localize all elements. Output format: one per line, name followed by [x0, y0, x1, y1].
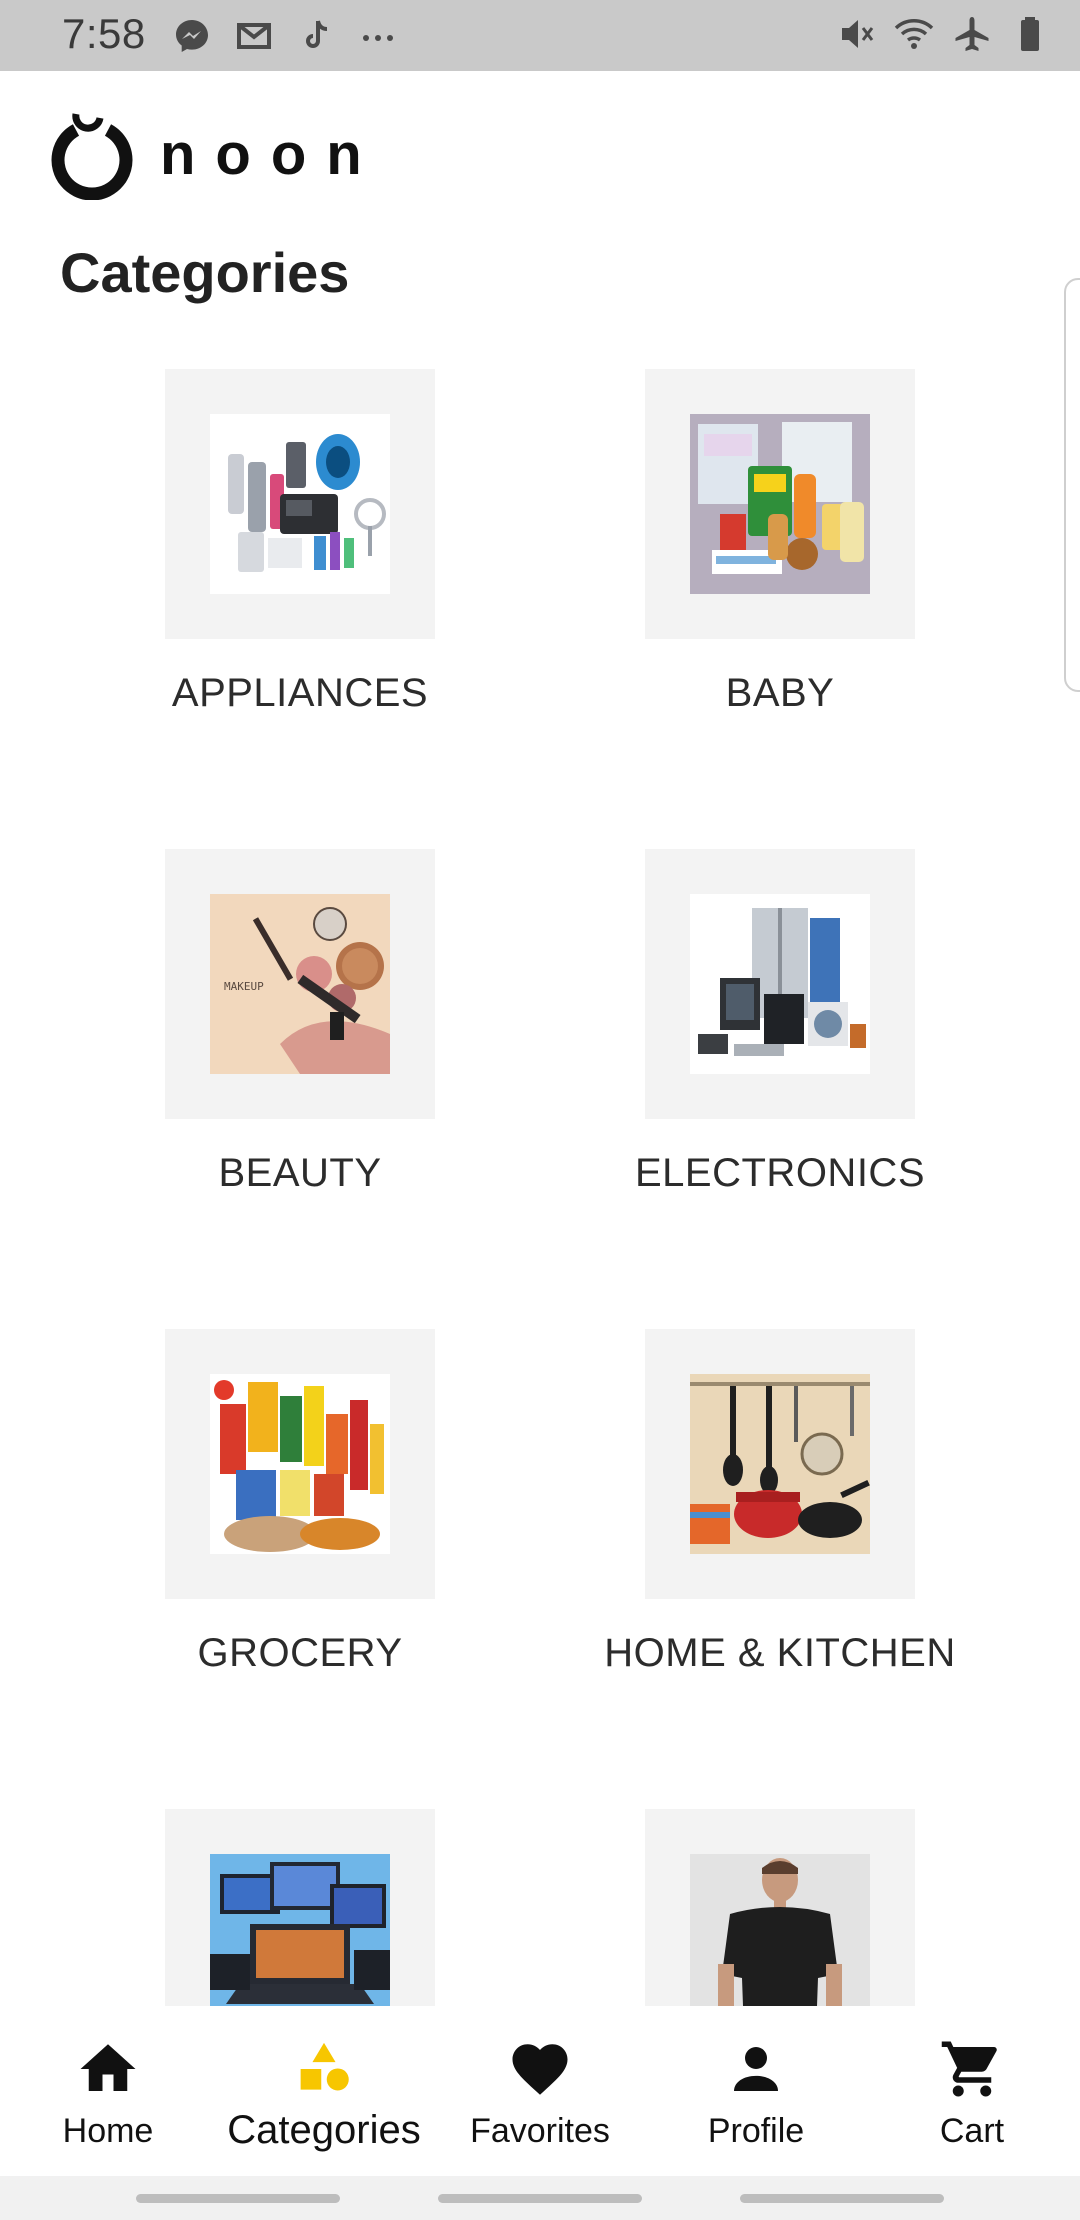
status-time: 7:58: [62, 10, 146, 57]
categories-icon: [291, 2036, 357, 2102]
home-kitchen-image: [690, 1374, 870, 1554]
nav-categories[interactable]: Categories: [216, 2006, 432, 2176]
category-label: ELECTRONICS: [635, 1151, 925, 1195]
category-fashion[interactable]: [540, 1809, 1020, 2006]
baby-image: [690, 414, 870, 594]
nav-label: Favorites: [470, 2112, 610, 2150]
appliances-image: [210, 414, 390, 594]
category-tile[interactable]: [645, 369, 915, 639]
category-computers[interactable]: [60, 1809, 540, 2006]
category-tile[interactable]: [165, 1809, 435, 2006]
gesture-pill-center[interactable]: [438, 2194, 642, 2203]
notification-icons: [172, 16, 398, 56]
mute-icon: [836, 14, 876, 54]
category-appliances[interactable]: APPLIANCES: [60, 369, 540, 716]
electronics-image: [690, 894, 870, 1074]
category-tile[interactable]: MAKEUP: [165, 849, 435, 1119]
category-tile[interactable]: [165, 1329, 435, 1599]
system-icons: [836, 14, 1050, 54]
nav-label: Profile: [707, 2112, 805, 2150]
category-beauty[interactable]: MAKEUP BEAUTY: [60, 849, 540, 1196]
nav-label: Categories: [227, 2108, 421, 2152]
laptops-image: [210, 1854, 390, 2006]
category-baby[interactable]: BABY: [540, 369, 1020, 716]
category-tile[interactable]: [645, 1329, 915, 1599]
nav-profile[interactable]: Profile: [648, 2006, 864, 2176]
category-label: GROCERY: [197, 1631, 403, 1675]
gmail-icon: [234, 16, 274, 56]
home-icon: [75, 2036, 141, 2102]
heart-icon: [507, 2036, 573, 2102]
nav-cart[interactable]: Cart: [864, 2006, 1080, 2176]
cart-icon: [939, 2036, 1005, 2102]
category-tile[interactable]: [165, 369, 435, 639]
nav-label: Cart: [939, 2112, 1005, 2150]
category-label: APPLIANCES: [171, 671, 429, 715]
battery-icon: [1010, 14, 1050, 54]
logo-text: noon: [160, 121, 382, 187]
beauty-image: MAKEUP: [210, 894, 390, 1074]
gesture-pill-left[interactable]: [136, 2194, 340, 2203]
system-gesture-bar: [0, 2176, 1080, 2220]
category-grocery[interactable]: GROCERY: [60, 1329, 540, 1676]
nav-label: Home: [62, 2112, 154, 2150]
category-label: HOME & KITCHEN: [604, 1631, 956, 1675]
bottom-navigation: Home Categories Favorites Profile Cart: [0, 2006, 1080, 2176]
wifi-icon: [894, 14, 934, 54]
category-grid: APPLIANCES BABY MAKEUP BEAUTY ELECTRONIC…: [0, 340, 1080, 2006]
page-title: Categories: [60, 241, 350, 304]
category-tile[interactable]: [645, 1809, 915, 2006]
noon-logo[interactable]: noon: [46, 108, 382, 200]
fashion-image: [690, 1854, 870, 2006]
category-label: BABY: [725, 671, 835, 715]
gesture-pill-right[interactable]: [740, 2194, 944, 2203]
nav-favorites[interactable]: Favorites: [432, 2006, 648, 2176]
category-tile[interactable]: [645, 849, 915, 1119]
airplane-icon: [952, 14, 992, 54]
status-bar: 7:58: [0, 0, 1080, 71]
tiktok-icon: [296, 16, 336, 56]
noon-logo-icon: [51, 113, 133, 200]
grocery-image: [210, 1374, 390, 1554]
category-home-kitchen[interactable]: HOME & KITCHEN: [540, 1329, 1020, 1676]
messenger-icon: [172, 16, 212, 56]
svg-text:MAKEUP: MAKEUP: [224, 980, 264, 993]
more-icon: [358, 16, 398, 56]
person-icon: [723, 2036, 789, 2102]
nav-home[interactable]: Home: [0, 2006, 216, 2176]
category-label: BEAUTY: [218, 1151, 382, 1195]
category-electronics[interactable]: ELECTRONICS: [540, 849, 1020, 1196]
